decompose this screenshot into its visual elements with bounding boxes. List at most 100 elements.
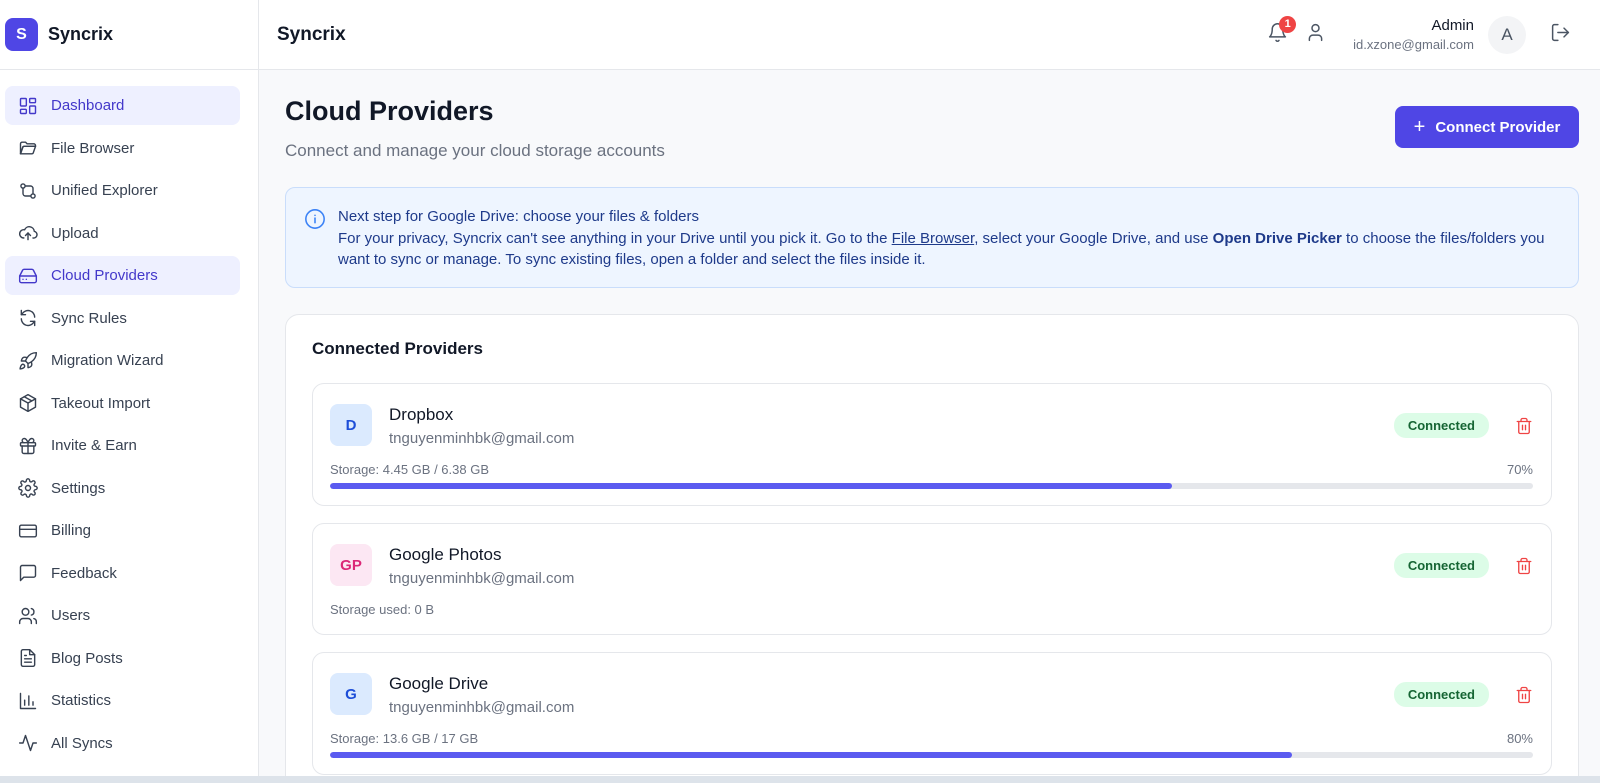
user-name: Admin (1431, 17, 1474, 34)
gear-icon (18, 478, 38, 498)
folder-open-icon (18, 138, 38, 158)
sidebar-item-billing[interactable]: Billing (5, 511, 240, 550)
sidebar-item-label: Cloud Providers (51, 267, 158, 284)
sidebar-item-file-browser[interactable]: File Browser (5, 129, 240, 168)
sidebar-item-statistics[interactable]: Statistics (5, 681, 240, 720)
sidebar-item-upload[interactable]: Upload (5, 214, 240, 253)
file-browser-link[interactable]: File Browser (892, 230, 975, 247)
sidebar-item-cloud-providers[interactable]: Cloud Providers (5, 256, 240, 295)
sidebar-item-settings[interactable]: Settings (5, 469, 240, 508)
storage-label: Storage: 4.45 GB / 6.38 GB (330, 462, 489, 477)
sidebar-item-label: Invite & Earn (51, 437, 137, 454)
sidebar-item-takeout-import[interactable]: Takeout Import (5, 384, 240, 423)
status-badge: Connected (1393, 553, 1489, 578)
sidebar-item-dashboard[interactable]: Dashboard (5, 86, 240, 125)
provider-row-dropbox: D Dropbox tnguyenminhbk@gmail.com Connec… (312, 383, 1552, 506)
sidebar-item-users[interactable]: Users (5, 596, 240, 635)
sidebar-item-label: Settings (51, 479, 106, 497)
page-title: Cloud Providers (285, 96, 494, 126)
message-square-icon (18, 563, 38, 583)
info-text-part: , select your Google Drive, and use (974, 229, 1213, 247)
storage-progress-fill (330, 752, 1293, 758)
git-compare-icon (18, 181, 38, 201)
connected-providers-card: Connected Providers D Dropbox tnguyenmin… (285, 314, 1579, 776)
sidebar-item-label: Billing (51, 522, 92, 539)
user-icon (1305, 22, 1326, 48)
info-text: Next step for Google Drive: choose your … (338, 206, 1558, 287)
storage-percent: 80% (1506, 731, 1533, 746)
activity-icon (18, 733, 38, 753)
window-bottom-edge (0, 776, 1600, 783)
provider-name: Dropbox (389, 405, 454, 424)
provider-initials-icon: G (330, 673, 372, 715)
sidebar-item-label: Dashboard (51, 97, 125, 114)
sidebar-item-all-syncs[interactable]: All Syncs (5, 724, 240, 763)
user-info: Admin id.xzone@gmail.com (1353, 17, 1474, 52)
top-header: Syncrix 1 Admin id.xzone@gmail.com A (259, 0, 1600, 70)
provider-initials-icon: D (330, 404, 372, 446)
header-title: Syncrix (277, 23, 346, 45)
credit-card-icon (18, 521, 38, 541)
main-content: Cloud Providers Connect and manage your … (259, 70, 1600, 776)
sidebar-item-label: Migration Wizard (51, 352, 164, 369)
notification-badge: 1 (1279, 15, 1297, 33)
open-drive-picker-text: Open Drive Picker (1212, 229, 1342, 247)
storage-used-label: Storage used: 0 B (330, 602, 435, 617)
sidebar-item-label: Unified Explorer (51, 182, 158, 199)
sidebar-item-label: File Browser (51, 139, 135, 157)
status-badge: Connected (1393, 682, 1489, 707)
logout-button[interactable] (1548, 23, 1572, 47)
avatar[interactable]: A (1488, 15, 1526, 54)
info-text-part: For your privacy, Syncrix can't see anyt… (338, 229, 892, 247)
sidebar-item-label: Takeout Import (51, 394, 151, 412)
sidebar-item-invite-earn[interactable]: Invite & Earn (5, 426, 240, 465)
provider-row-google-photos: GP Google Photos tnguyenminhbk@gmail.com… (312, 523, 1552, 635)
sidebar-item-sync-rules[interactable]: Sync Rules (5, 299, 240, 338)
refresh-icon (18, 308, 38, 328)
provider-initials-icon: GP (330, 544, 372, 586)
dashboard-icon (18, 96, 38, 116)
trash-icon[interactable] (1515, 686, 1533, 704)
plus-icon: + (1413, 116, 1426, 138)
notifications-button[interactable]: 1 (1265, 15, 1297, 47)
storage-label: Storage: 13.6 GB / 17 GB (330, 731, 479, 746)
brand-logo: S (5, 18, 38, 51)
profile-button[interactable] (1303, 23, 1327, 47)
package-icon (18, 393, 38, 413)
cloud-upload-icon (18, 223, 38, 243)
connect-provider-button[interactable]: + Connect Provider (1395, 106, 1579, 148)
info-body: For your privacy, Syncrix can't see anyt… (338, 228, 1558, 271)
users-icon (18, 606, 38, 626)
provider-name: Google Drive (389, 674, 489, 693)
storage-percent: 70% (1506, 462, 1533, 477)
hard-drive-icon (18, 266, 38, 286)
provider-email: tnguyenminhbk@gmail.com (389, 699, 575, 716)
sidebar-item-label: Upload (51, 224, 99, 242)
sidebar-item-feedback[interactable]: Feedback (5, 554, 240, 593)
file-text-icon (18, 648, 38, 668)
provider-row-google-drive: G Google Drive tnguyenminhbk@gmail.com C… (312, 652, 1552, 775)
storage-progress-bar (330, 483, 1533, 489)
sidebar: S Syncrix Dashboard File Browser Unified… (0, 0, 259, 776)
bar-chart-icon (18, 691, 38, 711)
trash-icon[interactable] (1515, 557, 1533, 575)
storage-progress-fill (330, 483, 1173, 489)
sidebar-item-label: Blog Posts (51, 649, 123, 667)
page-subtitle: Connect and manage your cloud storage ac… (285, 141, 665, 160)
sidebar-item-label: Sync Rules (51, 309, 127, 327)
card-title: Connected Providers (312, 339, 483, 358)
provider-name: Google Photos (389, 545, 502, 564)
sidebar-nav: Dashboard File Browser Unified Explorer … (0, 70, 258, 763)
brand[interactable]: S Syncrix (0, 0, 258, 70)
gift-icon (18, 436, 38, 456)
sidebar-item-blog-posts[interactable]: Blog Posts (5, 639, 240, 678)
logout-icon (1550, 22, 1571, 48)
sidebar-item-unified-explorer[interactable]: Unified Explorer (5, 171, 240, 210)
info-icon (304, 208, 326, 230)
connect-provider-label: Connect Provider (1435, 118, 1561, 136)
sidebar-item-label: Statistics (51, 692, 112, 709)
sidebar-item-label: Feedback (51, 564, 117, 582)
sidebar-item-label: All Syncs (51, 734, 113, 752)
trash-icon[interactable] (1515, 417, 1533, 435)
sidebar-item-migration-wizard[interactable]: Migration Wizard (5, 341, 240, 380)
